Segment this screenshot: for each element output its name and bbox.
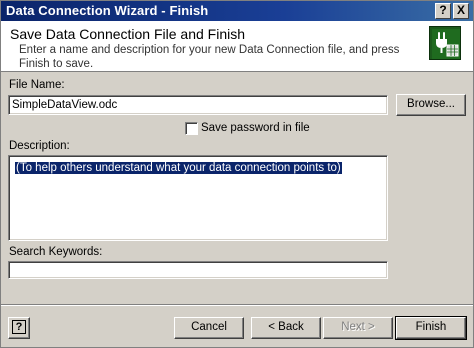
- help-icon: ?: [12, 320, 26, 334]
- title-bar: Data Connection Wizard - Finish ? X: [1, 1, 473, 21]
- cancel-button[interactable]: Cancel: [174, 317, 244, 339]
- footer-divider: [1, 304, 473, 306]
- wizard-window: Data Connection Wizard - Finish ? X Save…: [0, 0, 474, 348]
- finish-button[interactable]: Finish: [395, 316, 467, 340]
- save-password-label: Save password in file: [201, 122, 310, 134]
- next-button[interactable]: Next >: [323, 317, 393, 339]
- search-keywords-label: Search Keywords:: [9, 246, 103, 258]
- page-title: Save Data Connection File and Finish: [10, 26, 246, 42]
- wizard-header: Save Data Connection File and Finish Ent…: [1, 21, 473, 72]
- save-password-checkbox[interactable]: [185, 122, 198, 135]
- file-name-value: SimpleDataView.odc: [12, 99, 118, 111]
- file-name-label: File Name:: [9, 79, 65, 91]
- browse-button[interactable]: Browse...: [396, 94, 466, 116]
- help-button[interactable]: ?: [8, 317, 30, 339]
- description-field[interactable]: (To help others understand what your dat…: [8, 155, 388, 241]
- file-name-field[interactable]: SimpleDataView.odc: [8, 95, 388, 115]
- data-connection-icon: [429, 26, 461, 60]
- search-keywords-field[interactable]: [8, 261, 388, 279]
- close-button[interactable]: X: [453, 3, 469, 19]
- help-title-button[interactable]: ?: [435, 3, 451, 19]
- back-button[interactable]: < Back: [251, 317, 321, 339]
- plug-icon: [432, 29, 460, 59]
- page-description: Enter a name and description for your ne…: [19, 44, 400, 70]
- description-value: (To help others understand what your dat…: [14, 161, 343, 175]
- window-title: Data Connection Wizard - Finish: [6, 3, 209, 18]
- description-label: Description:: [9, 140, 70, 152]
